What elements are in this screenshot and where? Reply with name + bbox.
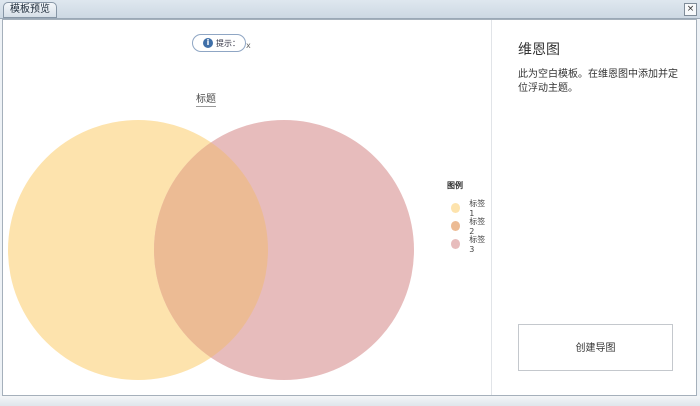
create-map-button[interactable]: 创建导图 <box>518 324 673 371</box>
legend-label: 标签 1 <box>469 199 486 218</box>
legend-item: 标签 1 <box>447 199 491 218</box>
legend-swatch-2 <box>451 221 461 231</box>
window-title-tab: 模板预览 <box>3 2 57 18</box>
close-icon[interactable]: × <box>684 3 697 16</box>
legend-swatch-3 <box>451 239 461 249</box>
bottom-strip <box>0 396 700 406</box>
chart-title[interactable]: 标题 <box>196 90 216 107</box>
legend-item: 标签 2 <box>447 217 491 236</box>
template-name: 维恩图 <box>518 42 560 58</box>
legend-swatch-1 <box>451 203 461 213</box>
legend-title: 图例 <box>447 181 463 190</box>
hint-button[interactable]: i 提示： <box>192 34 246 52</box>
legend-label: 标签 3 <box>469 235 486 254</box>
legend-label: 标签 2 <box>469 217 486 236</box>
info-icon: i <box>203 38 213 48</box>
legend-item: 标签 3 <box>447 235 491 254</box>
legend: 图例 标签 1 标签 2 标签 3 <box>447 180 491 254</box>
template-preview-dialog: i 提示： x 标题 图例 标签 1 标签 2 标签 3 维恩图 此为空白模板。… <box>2 19 697 396</box>
preview-area: i 提示： x 标题 图例 标签 1 标签 2 标签 3 <box>3 20 491 395</box>
title-bar: 模板预览 × <box>0 0 700 19</box>
template-description: 此为空白模板。在维恩图中添加并定位浮动主题。 <box>518 69 678 94</box>
panel-divider <box>491 20 492 395</box>
hint-label: 提示： <box>216 38 240 48</box>
hint-close-icon[interactable]: x <box>246 41 251 50</box>
venn-diagram <box>8 120 414 380</box>
